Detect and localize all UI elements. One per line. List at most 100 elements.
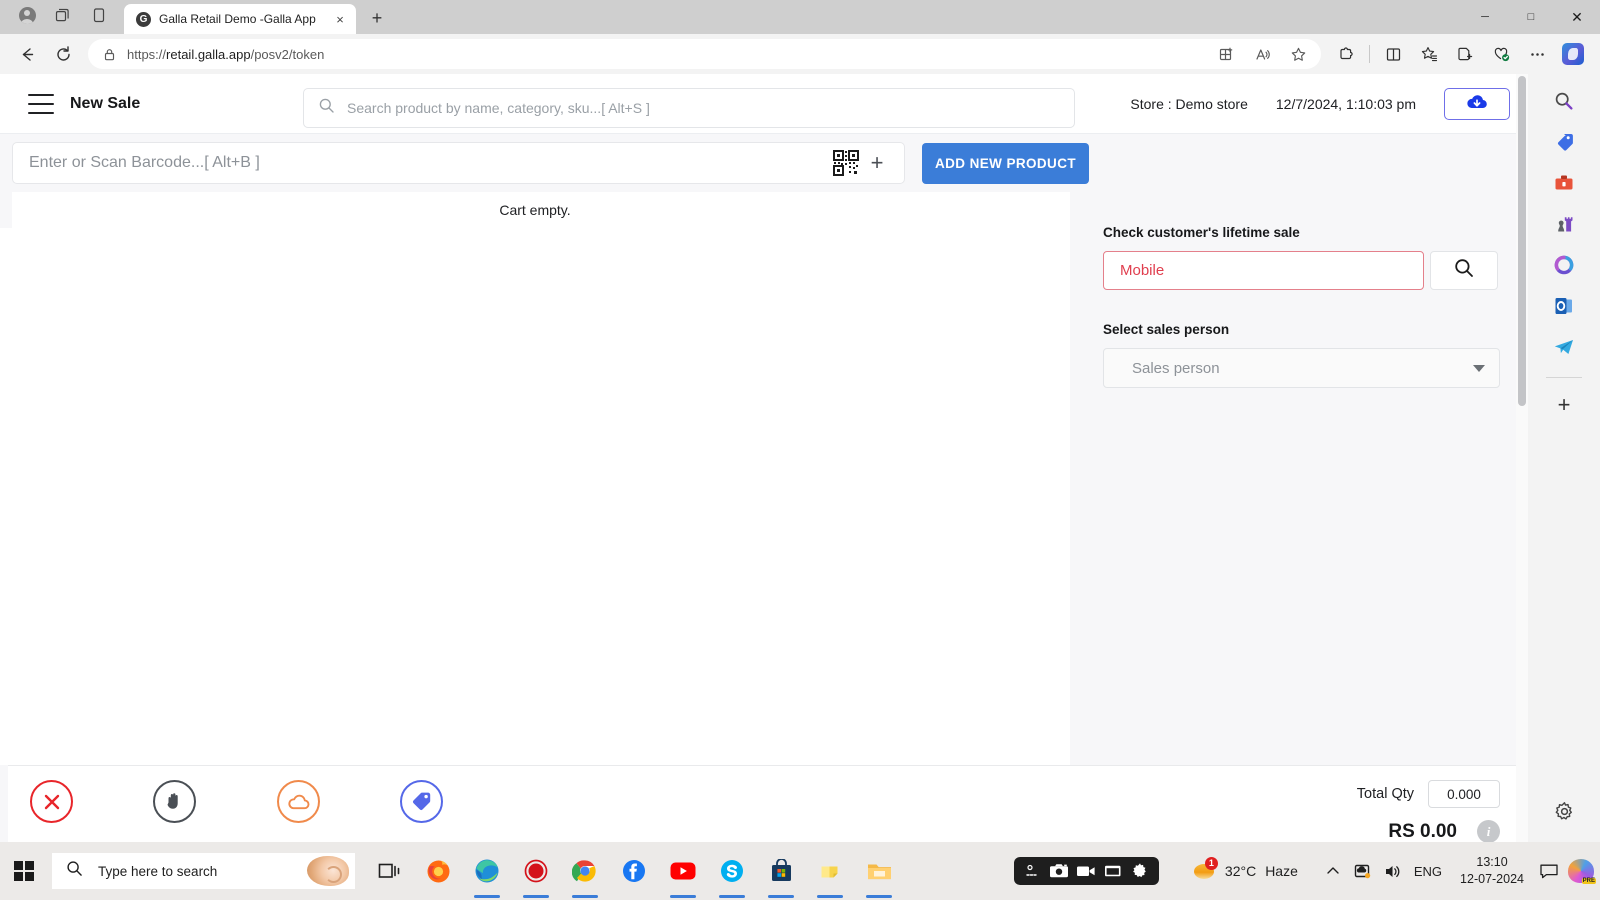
cortana-shell-icon: [307, 856, 349, 886]
window-icon[interactable]: [1103, 862, 1124, 880]
app-header: New Sale Search product by name, categor…: [0, 74, 1528, 134]
extensions-icon[interactable]: [1329, 39, 1363, 69]
favorite-star-icon[interactable]: [1281, 39, 1315, 69]
product-search-input[interactable]: Search product by name, category, sku...…: [303, 88, 1075, 128]
browser-toolbar: https://retail.galla.app/posv2/token: [0, 34, 1600, 74]
add-new-product-label: ADD NEW PRODUCT: [935, 155, 1076, 171]
facebook-icon[interactable]: [612, 842, 656, 900]
add-favorites-icon[interactable]: [1448, 39, 1482, 69]
microsoft-store-icon[interactable]: [759, 842, 803, 900]
tab-title: Galla Retail Demo -Galla App: [159, 12, 316, 26]
mobile-input[interactable]: Mobile: [1103, 251, 1424, 290]
page-scrollbar[interactable]: [1516, 74, 1528, 842]
back-icon[interactable]: [10, 39, 44, 69]
chevron-up-icon[interactable]: [1318, 851, 1348, 891]
discount-tag-icon[interactable]: [400, 780, 443, 823]
video-icon[interactable]: [1076, 862, 1097, 880]
new-tab-button[interactable]: +: [362, 4, 392, 32]
customer-search-button[interactable]: [1430, 251, 1498, 290]
cloud-sync-icon[interactable]: [277, 780, 320, 823]
window-minimize-button[interactable]: ─: [1462, 0, 1508, 34]
settings-icon[interactable]: [1130, 862, 1151, 880]
youtube-icon[interactable]: [661, 842, 705, 900]
sidebar-games-icon[interactable]: [1547, 207, 1581, 241]
magnifier-icon: [1453, 257, 1475, 284]
grand-total-row: RS 0.00 i: [1357, 820, 1500, 842]
qr-code-icon[interactable]: [832, 149, 860, 177]
info-icon[interactable]: i: [1477, 820, 1500, 842]
page-viewport: New Sale Search product by name, categor…: [0, 74, 1528, 842]
sidebar-search-icon[interactable]: [1547, 84, 1581, 118]
read-aloud-icon[interactable]: [1245, 39, 1279, 69]
camera-icon[interactable]: [1049, 862, 1070, 880]
workspaces-icon[interactable]: [46, 2, 80, 28]
windows-taskbar: Type here to search 1 32°C Haze ENG 13:1…: [0, 842, 1600, 900]
taskbar-search-input[interactable]: Type here to search: [52, 853, 355, 889]
cloud-download-button[interactable]: [1444, 88, 1510, 120]
browser-essentials-icon[interactable]: [1484, 39, 1518, 69]
browser-tabstrip: G Galla Retail Demo -Galla App × + ─ □ ✕: [0, 0, 1600, 34]
taskbar-search-placeholder: Type here to search: [98, 863, 218, 879]
salesperson-select[interactable]: Sales person: [1103, 348, 1500, 388]
taskbar-clock[interactable]: 13:10 12-07-2024: [1460, 854, 1524, 889]
opera-icon[interactable]: [514, 842, 558, 900]
total-qty-label: Total Qty: [1356, 786, 1414, 802]
sidebar-shopping-icon[interactable]: [1547, 125, 1581, 159]
barcode-placeholder: Enter or Scan Barcode...[ Alt+B ]: [29, 154, 260, 171]
barcode-input[interactable]: Enter or Scan Barcode...[ Alt+B ] +: [12, 142, 905, 184]
copilot-icon[interactable]: [1556, 39, 1590, 69]
salesperson-placeholder: Sales person: [1132, 359, 1220, 377]
datetime-label: 12/7/2024, 1:10:03 pm: [1275, 96, 1416, 112]
task-view-icon[interactable]: [367, 842, 411, 900]
address-bar-url: https://retail.galla.app/posv2/token: [127, 46, 325, 62]
firefox-icon[interactable]: [416, 842, 460, 900]
split-screen-add-icon[interactable]: [1209, 39, 1243, 69]
file-explorer-icon[interactable]: [857, 842, 901, 900]
add-new-product-button[interactable]: ADD NEW PRODUCT: [922, 142, 1089, 184]
weather-haze-icon: 1: [1193, 856, 1218, 883]
hold-sale-icon[interactable]: [153, 780, 196, 823]
copilot-pro-icon[interactable]: [1568, 859, 1596, 884]
profile-icon[interactable]: [10, 2, 44, 28]
total-qty-value[interactable]: 0.000: [1428, 780, 1500, 808]
page-scrollbar-thumb[interactable]: [1518, 76, 1526, 406]
clock-time: 13:10: [1476, 854, 1508, 869]
chrome-icon[interactable]: [563, 842, 607, 900]
sidebar-telegram-icon[interactable]: [1547, 330, 1581, 364]
settings-more-icon[interactable]: [1520, 39, 1554, 69]
sidebar-tools-icon[interactable]: [1547, 166, 1581, 200]
split-screen-icon[interactable]: [1376, 39, 1410, 69]
chat-icon[interactable]: [1532, 851, 1566, 891]
cancel-sale-icon[interactable]: [30, 780, 73, 823]
windows-start-icon[interactable]: [0, 842, 48, 900]
weather-temperature: 32°C: [1224, 863, 1257, 879]
window-maximize-button[interactable]: □: [1508, 0, 1554, 34]
volume-icon[interactable]: [1378, 851, 1408, 891]
edge-icon[interactable]: [465, 842, 509, 900]
tab-actions-icon[interactable]: [82, 2, 116, 28]
input-language[interactable]: ENG: [1414, 864, 1442, 879]
window-controls: ─ □ ✕: [1462, 0, 1600, 34]
sticky-notes-icon[interactable]: [808, 842, 852, 900]
refresh-icon[interactable]: [46, 39, 80, 69]
onedrive-icon[interactable]: [1348, 851, 1378, 891]
clock-date: 12-07-2024: [1460, 872, 1524, 886]
browser-tab[interactable]: G Galla Retail Demo -Galla App ×: [124, 4, 356, 34]
salesperson-label: Select sales person: [1103, 322, 1230, 337]
plus-icon[interactable]: +: [860, 148, 894, 178]
hamburger-icon[interactable]: [28, 93, 54, 114]
sidebar-office-icon[interactable]: [1547, 248, 1581, 282]
barcode-row: Enter or Scan Barcode...[ Alt+B ] + ADD …: [0, 134, 1089, 192]
capture-more-icon[interactable]: [1022, 862, 1043, 880]
sidebar-add-button[interactable]: +: [1547, 388, 1581, 422]
address-bar[interactable]: https://retail.galla.app/posv2/token: [88, 39, 1321, 69]
tab-close-icon[interactable]: ×: [330, 9, 350, 29]
collections-icon[interactable]: [1412, 39, 1446, 69]
weather-widget[interactable]: 1 32°C Haze: [1193, 856, 1298, 883]
skype-icon[interactable]: [710, 842, 754, 900]
screen-capture-toolbar: [1013, 857, 1159, 885]
sidebar-outlook-icon[interactable]: [1547, 289, 1581, 323]
window-close-button[interactable]: ✕: [1554, 0, 1600, 34]
total-qty-row: Total Qty 0.000: [1357, 780, 1500, 808]
gear-icon[interactable]: [1547, 794, 1581, 828]
